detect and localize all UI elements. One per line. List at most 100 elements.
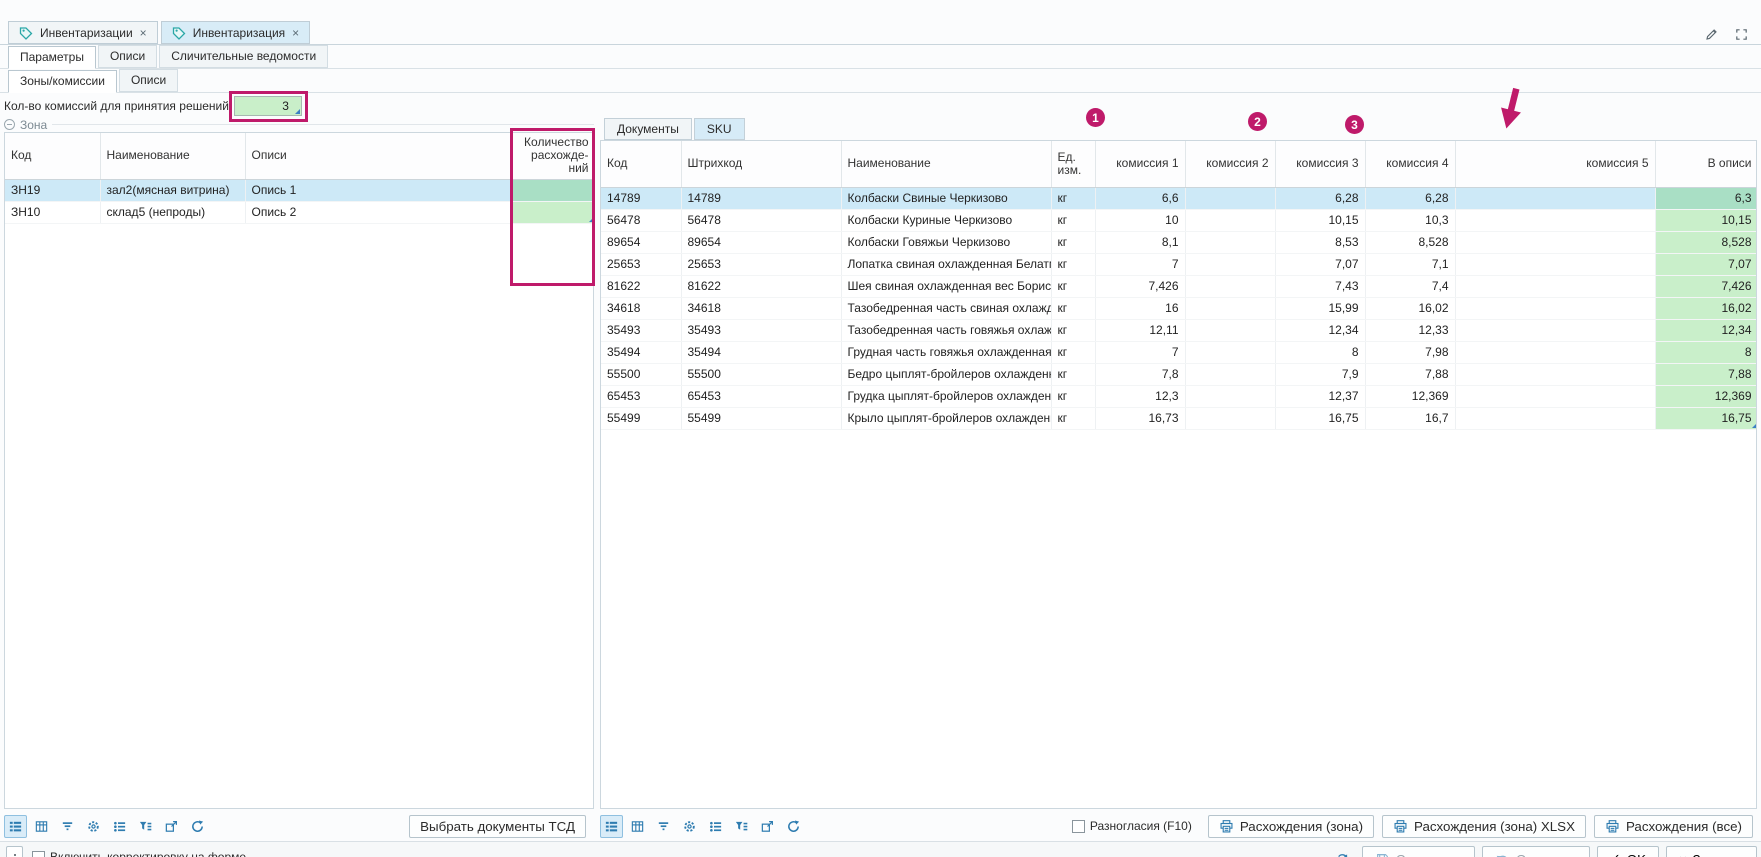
table-cell[interactable]: кг <box>1051 319 1095 341</box>
table-cell[interactable] <box>512 201 594 223</box>
table-cell[interactable]: Колбаски Говяжьи Черкизово <box>841 231 1051 253</box>
col-header-commission-5[interactable]: комиссия 5 <box>1455 141 1655 187</box>
table-cell[interactable]: 6,28 <box>1365 187 1455 209</box>
settings-button[interactable] <box>678 815 701 838</box>
table-cell[interactable]: 8,528 <box>1365 231 1455 253</box>
tab-sku[interactable]: SKU <box>694 118 745 140</box>
save-button[interactable]: Сохранить <box>1362 846 1475 857</box>
table-cell[interactable]: 6,3 <box>1655 187 1757 209</box>
table-row[interactable]: 2565325653Лопатка свиная охлажденная Бел… <box>601 253 1757 275</box>
table-cell[interactable]: 7,426 <box>1095 275 1185 297</box>
refresh-button[interactable] <box>186 815 209 838</box>
export-button[interactable] <box>160 815 183 838</box>
table-cell[interactable] <box>1455 231 1655 253</box>
table-cell[interactable] <box>1185 253 1275 275</box>
table-cell[interactable]: 7,1 <box>1365 253 1455 275</box>
table-cell[interactable]: 7 <box>1095 341 1185 363</box>
table-row[interactable]: 5549955499Крыло цыплят-бройлеров охлажде… <box>601 407 1757 429</box>
table-cell[interactable]: Лопатка свиная охлажденная Белатмит <box>841 253 1051 275</box>
table-cell[interactable]: 35494 <box>681 341 841 363</box>
table-cell[interactable]: кг <box>1051 385 1095 407</box>
table-cell[interactable]: Бедро цыплят-бройлеров охлажденное Борис… <box>841 363 1051 385</box>
table-cell[interactable]: 8 <box>1655 341 1757 363</box>
table-cell[interactable] <box>1455 385 1655 407</box>
table-cell[interactable]: 34618 <box>601 297 681 319</box>
table-cell[interactable]: 55499 <box>681 407 841 429</box>
table-cell[interactable]: 6,6 <box>1095 187 1185 209</box>
table-cell[interactable] <box>1185 187 1275 209</box>
filter-button[interactable] <box>56 815 79 838</box>
table-cell[interactable]: 16,73 <box>1095 407 1185 429</box>
col-header-name[interactable]: Наименование <box>100 133 245 179</box>
table-cell[interactable] <box>1455 341 1655 363</box>
table-cell[interactable]: Крыло цыплят-бройлеров охлажденное Борис… <box>841 407 1051 429</box>
table-cell[interactable]: 7,07 <box>1655 253 1757 275</box>
table-cell[interactable]: 14789 <box>681 187 841 209</box>
col-header-code[interactable]: Код <box>5 133 100 179</box>
more-actions-button[interactable] <box>6 846 23 857</box>
table-cell[interactable] <box>1185 363 1275 385</box>
disagreements-checkbox[interactable] <box>1072 820 1085 833</box>
table-cell[interactable]: ЗН19 <box>5 179 100 201</box>
table-cell[interactable]: 81622 <box>681 275 841 297</box>
table-cell[interactable] <box>1185 275 1275 297</box>
table-cell[interactable]: 65453 <box>601 385 681 407</box>
table-cell[interactable]: 25653 <box>681 253 841 275</box>
table-cell[interactable]: 12,34 <box>1655 319 1757 341</box>
table-cell[interactable]: кг <box>1051 363 1095 385</box>
table-cell[interactable]: 12,33 <box>1365 319 1455 341</box>
table-cell[interactable]: 35494 <box>601 341 681 363</box>
table-cell[interactable]: 7,426 <box>1655 275 1757 297</box>
col-header-commission-1[interactable]: комиссия 1 <box>1095 141 1185 187</box>
list-button[interactable] <box>704 815 727 838</box>
table-cell[interactable]: 56478 <box>681 209 841 231</box>
refresh-button[interactable] <box>782 815 805 838</box>
table-cell[interactable] <box>1185 297 1275 319</box>
table-cell[interactable]: 12,369 <box>1655 385 1757 407</box>
table-row[interactable]: 3549335493Тазобедренная часть говяжья ох… <box>601 319 1757 341</box>
col-header-opisi[interactable]: Описи <box>245 133 512 179</box>
table-cell[interactable]: 12,37 <box>1275 385 1365 407</box>
table-cell[interactable]: 15,99 <box>1275 297 1365 319</box>
table-cell[interactable]: 25653 <box>601 253 681 275</box>
form-adjustment-checkbox[interactable] <box>32 851 45 857</box>
table-cell[interactable]: 7,88 <box>1655 363 1757 385</box>
table-cell[interactable]: кг <box>1051 209 1095 231</box>
table-cell[interactable]: 65453 <box>681 385 841 407</box>
col-header-in-opis[interactable]: В описи <box>1655 141 1757 187</box>
table-cell[interactable]: Колбаски Куриные Черкизово <box>841 209 1051 231</box>
table-cell[interactable]: 55500 <box>601 363 681 385</box>
row-layout-button[interactable] <box>600 815 623 838</box>
grid-view-button[interactable] <box>626 815 649 838</box>
table-row[interactable]: 8965489654Колбаски Говяжьи Черкизовокг8,… <box>601 231 1757 253</box>
table-cell[interactable]: кг <box>1051 407 1095 429</box>
table-cell[interactable]: кг <box>1051 231 1095 253</box>
report-zone-xlsx-button[interactable]: Расхождения (зона) XLSX <box>1382 815 1586 838</box>
list-button[interactable] <box>108 815 131 838</box>
doc-tab-inventarizatsiya[interactable]: Инвентаризация × <box>161 21 310 44</box>
table-row[interactable]: 5647856478Колбаски Куриные Черкизовокг10… <box>601 209 1757 231</box>
row-layout-button[interactable] <box>4 815 27 838</box>
table-cell[interactable]: 16,02 <box>1365 297 1455 319</box>
tab-zony-komissii[interactable]: Зоны/комиссии <box>8 70 117 93</box>
col-header-unit[interactable]: Ед. изм. <box>1051 141 1095 187</box>
table-cell[interactable]: 8 <box>1275 341 1365 363</box>
table-cell[interactable]: 7,07 <box>1275 253 1365 275</box>
table-cell[interactable]: 6,28 <box>1275 187 1365 209</box>
table-cell[interactable]: 7,9 <box>1275 363 1365 385</box>
col-header-commission-2[interactable]: комиссия 2 <box>1185 141 1275 187</box>
select-tsd-documents-button[interactable]: Выбрать документы ТСД <box>409 815 586 838</box>
table-cell[interactable] <box>1455 209 1655 231</box>
table-cell[interactable]: Грудная часть говяжья охлажденная Борисо… <box>841 341 1051 363</box>
table-cell[interactable] <box>1185 385 1275 407</box>
table-row[interactable]: 5550055500Бедро цыплят-бройлеров охлажде… <box>601 363 1757 385</box>
table-cell[interactable]: Колбаски Свиные Черкизово <box>841 187 1051 209</box>
sync-button[interactable] <box>1331 847 1355 857</box>
table-cell[interactable] <box>1455 187 1655 209</box>
col-header-commission-3[interactable]: комиссия 3 <box>1275 141 1365 187</box>
table-cell[interactable]: 7 <box>1095 253 1185 275</box>
filter-rows-button[interactable] <box>730 815 753 838</box>
table-cell[interactable]: кг <box>1051 275 1095 297</box>
table-cell[interactable]: кг <box>1051 253 1095 275</box>
table-row[interactable]: ЗН10склад5 (непроды)Опись 2 <box>5 201 594 223</box>
